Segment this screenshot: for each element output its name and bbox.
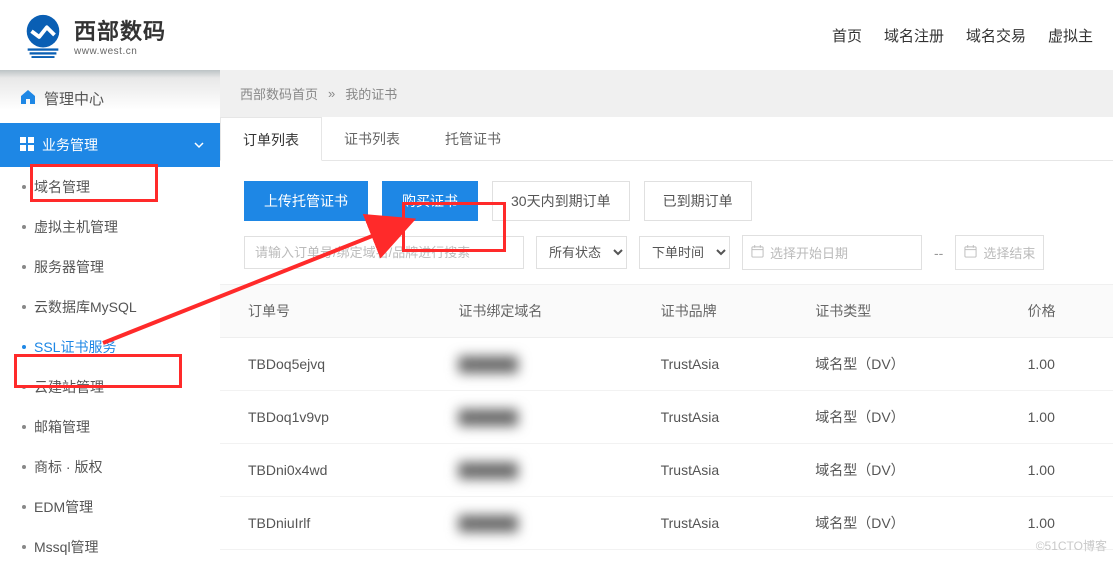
tab-hosted[interactable]: 托管证书 bbox=[423, 117, 524, 160]
tab-certs[interactable]: 证书列表 bbox=[322, 117, 423, 160]
main: 西部数码首页 » 我的证书 订单列表 证书列表 托管证书 上传托管证书 购买证书… bbox=[220, 70, 1113, 558]
breadcrumb-current: 我的证书 bbox=[345, 84, 397, 103]
nav-domain-trade[interactable]: 域名交易 bbox=[966, 25, 1026, 46]
sidebar-item-sitebuilder[interactable]: 云建站管理 bbox=[0, 367, 220, 407]
sidebar-section-label: 业务管理 bbox=[42, 135, 98, 155]
cell-type: 域名型（DV） bbox=[803, 391, 1015, 444]
table-header-row: 订单号 证书绑定域名 证书品牌 证书类型 价格 bbox=[220, 285, 1113, 338]
cell-brand: TrustAsia bbox=[649, 391, 804, 444]
sidebar-item-mysql[interactable]: 云数据库MySQL bbox=[0, 287, 220, 327]
cell-order: TBDniuIrlf bbox=[220, 497, 446, 550]
cell-price: 1.00 bbox=[1016, 391, 1113, 444]
tab-bar: 订单列表 证书列表 托管证书 bbox=[220, 117, 1113, 161]
sidebar-item-trademark[interactable]: 商标 · 版权 bbox=[0, 447, 220, 487]
cell-price: 1.00 bbox=[1016, 444, 1113, 497]
sidebar-item-ssl[interactable]: SSL证书服务 bbox=[0, 327, 220, 367]
table-row[interactable]: TBDoq1v9vp ██████ TrustAsia 域名型（DV） 1.00 bbox=[220, 391, 1113, 444]
cell-brand: TrustAsia bbox=[649, 444, 804, 497]
table-row[interactable]: TBDniuIrlf ██████ TrustAsia 域名型（DV） 1.00 bbox=[220, 497, 1113, 550]
cell-brand: TrustAsia bbox=[649, 497, 804, 550]
sidebar-items: 域名管理 虚拟主机管理 服务器管理 云数据库MySQL SSL证书服务 云建站管… bbox=[0, 167, 220, 567]
nav-vhost[interactable]: 虚拟主 bbox=[1048, 25, 1093, 46]
home-icon bbox=[20, 89, 36, 109]
nav-domain-reg[interactable]: 域名注册 bbox=[884, 25, 944, 46]
sidebar-item-mail[interactable]: 邮箱管理 bbox=[0, 407, 220, 447]
table: 订单号 证书绑定域名 证书品牌 证书类型 价格 TBDoq5ejvq █████… bbox=[220, 284, 1113, 550]
cell-domain: ██████ bbox=[446, 391, 648, 444]
cell-brand: TrustAsia bbox=[649, 338, 804, 391]
col-price: 价格 bbox=[1016, 285, 1113, 338]
sidebar-section-business[interactable]: 业务管理 bbox=[0, 123, 220, 167]
expired-button[interactable]: 已到期订单 bbox=[644, 181, 752, 221]
table-row[interactable]: TBDoq5ejvq ██████ TrustAsia 域名型（DV） 1.00 bbox=[220, 338, 1113, 391]
toolbar: 上传托管证书 购买证书 30天内到期订单 已到期订单 bbox=[220, 161, 1113, 235]
breadcrumb-sep: » bbox=[328, 86, 335, 101]
tab-orders[interactable]: 订单列表 bbox=[220, 117, 322, 161]
sidebar: 管理中心 业务管理 域名管理 虚拟主机管理 服务器管理 云数据库MySQL SS… bbox=[0, 70, 220, 558]
date-end-input[interactable]: 选择结束 bbox=[955, 235, 1044, 270]
date-end-placeholder: 选择结束 bbox=[983, 243, 1035, 262]
watermark: ©51CTO博客 bbox=[1036, 537, 1107, 554]
cell-order: TBDoq1v9vp bbox=[220, 391, 446, 444]
sidebar-item-domain[interactable]: 域名管理 bbox=[0, 167, 220, 207]
filter-row: 所有状态 下单时间 选择开始日期 -- 选择结束 bbox=[220, 235, 1113, 284]
date-start-placeholder: 选择开始日期 bbox=[770, 243, 848, 262]
expiring-30-button[interactable]: 30天内到期订单 bbox=[492, 181, 630, 221]
status-select[interactable]: 所有状态 bbox=[536, 236, 627, 269]
cell-type: 域名型（DV） bbox=[803, 497, 1015, 550]
date-sep: -- bbox=[934, 245, 943, 261]
logo-en: www.west.cn bbox=[74, 46, 166, 57]
sidebar-item-edm[interactable]: EDM管理 bbox=[0, 487, 220, 527]
logo-cn: 西部数码 bbox=[74, 14, 166, 46]
cell-type: 域名型（DV） bbox=[803, 444, 1015, 497]
logo-icon bbox=[20, 12, 66, 58]
sidebar-item-server[interactable]: 服务器管理 bbox=[0, 247, 220, 287]
col-domain: 证书绑定域名 bbox=[446, 285, 648, 338]
cell-domain: ██████ bbox=[446, 338, 648, 391]
col-brand: 证书品牌 bbox=[649, 285, 804, 338]
sidebar-home[interactable]: 管理中心 bbox=[0, 70, 220, 123]
col-order: 订单号 bbox=[220, 285, 446, 338]
logo-block: 西部数码 www.west.cn bbox=[20, 12, 166, 58]
chevron-down-icon bbox=[194, 137, 204, 153]
buy-cert-button[interactable]: 购买证书 bbox=[382, 181, 478, 221]
cell-type: 域名型（DV） bbox=[803, 338, 1015, 391]
calendar-icon bbox=[751, 245, 764, 261]
nav-home[interactable]: 首页 bbox=[832, 25, 862, 46]
search-input[interactable] bbox=[244, 236, 524, 269]
sidebar-item-mssql[interactable]: Mssql管理 bbox=[0, 527, 220, 567]
header: 西部数码 www.west.cn 首页 域名注册 域名交易 虚拟主 bbox=[0, 0, 1113, 70]
cell-domain: ██████ bbox=[446, 497, 648, 550]
breadcrumb: 西部数码首页 » 我的证书 bbox=[220, 70, 1113, 117]
calendar-icon bbox=[964, 245, 977, 261]
cell-order: TBDni0x4wd bbox=[220, 444, 446, 497]
sidebar-home-label: 管理中心 bbox=[44, 88, 104, 109]
top-nav: 首页 域名注册 域名交易 虚拟主 bbox=[832, 25, 1093, 46]
upload-hosted-button[interactable]: 上传托管证书 bbox=[244, 181, 368, 221]
grid-icon bbox=[20, 137, 34, 154]
table-row[interactable]: TBDni0x4wd ██████ TrustAsia 域名型（DV） 1.00 bbox=[220, 444, 1113, 497]
breadcrumb-root[interactable]: 西部数码首页 bbox=[240, 84, 318, 103]
col-type: 证书类型 bbox=[803, 285, 1015, 338]
logo-text: 西部数码 www.west.cn bbox=[74, 14, 166, 57]
date-start-input[interactable]: 选择开始日期 bbox=[742, 235, 922, 270]
cell-order: TBDoq5ejvq bbox=[220, 338, 446, 391]
panel: 订单列表 证书列表 托管证书 上传托管证书 购买证书 30天内到期订单 已到期订… bbox=[220, 117, 1113, 558]
cell-price: 1.00 bbox=[1016, 338, 1113, 391]
time-select[interactable]: 下单时间 bbox=[639, 236, 730, 269]
sidebar-item-vhost[interactable]: 虚拟主机管理 bbox=[0, 207, 220, 247]
cell-domain: ██████ bbox=[446, 444, 648, 497]
